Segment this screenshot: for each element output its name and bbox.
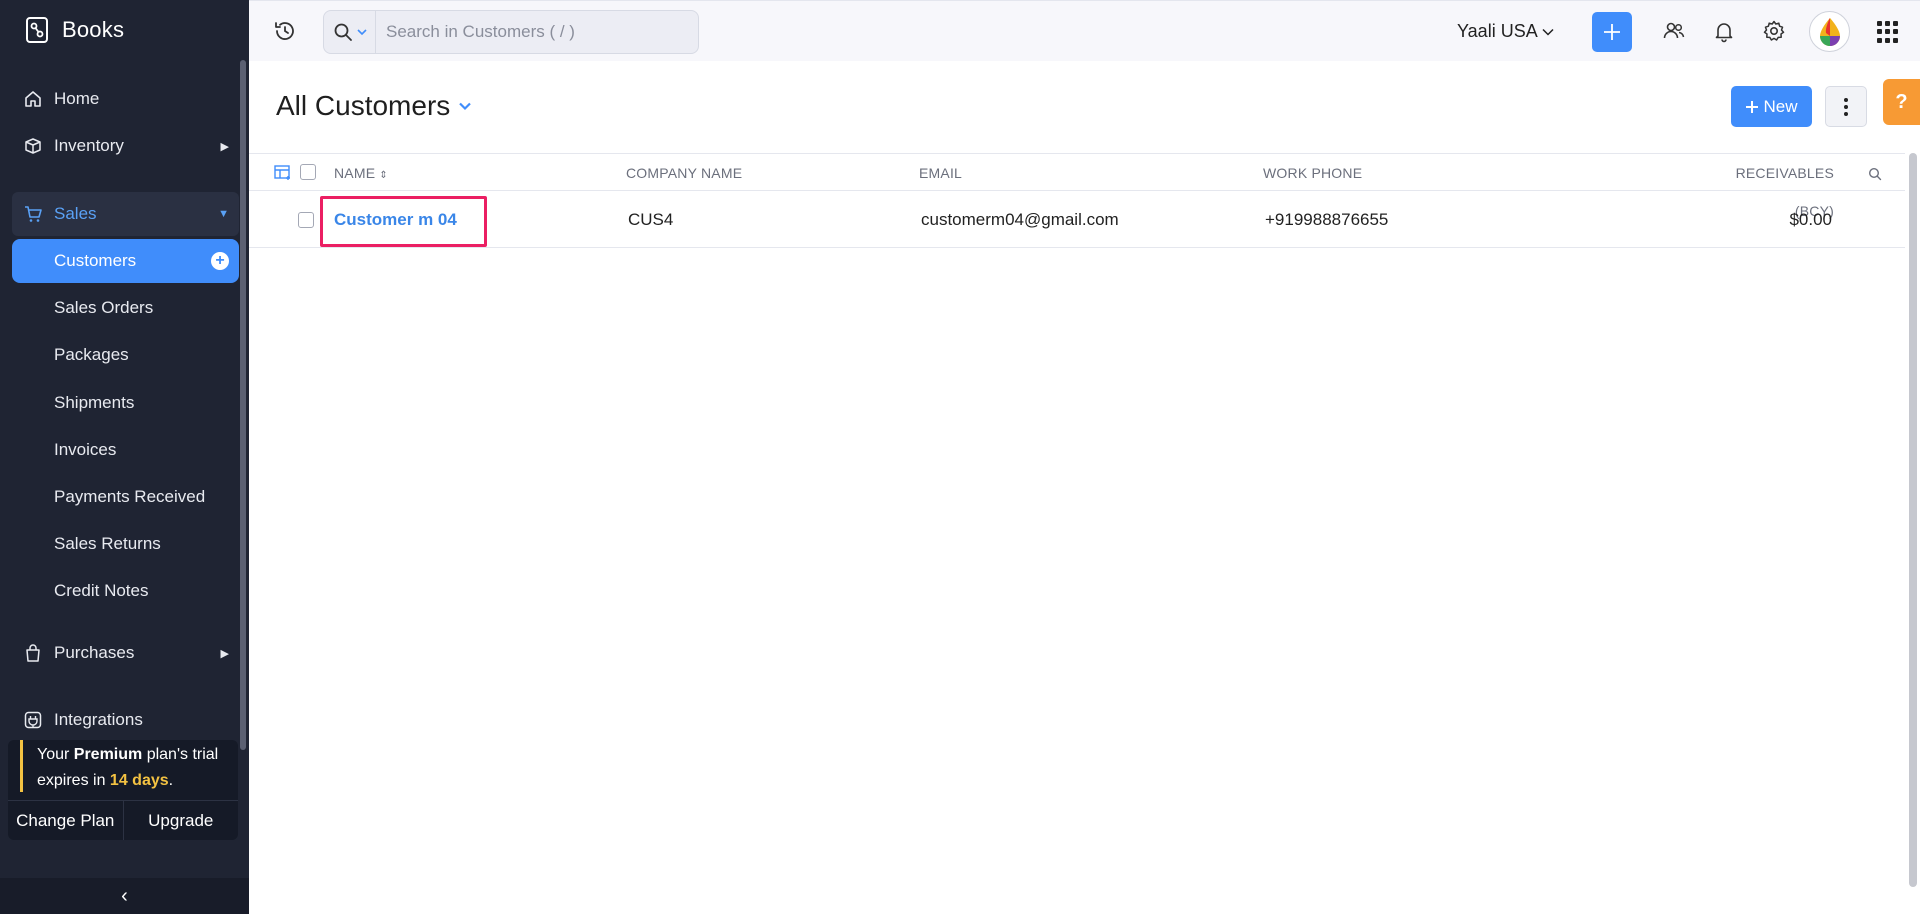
sidebar-subitem-label: Sales Orders [54, 298, 154, 317]
sidebar-item-home[interactable]: Home [12, 77, 239, 121]
sidebar-subitem-label: Sales Returns [54, 534, 161, 553]
sidebar-subitem-label: Payments Received [54, 487, 206, 506]
collapse-sidebar-button[interactable]: ‹ [0, 878, 249, 914]
search-input[interactable] [376, 22, 676, 42]
plus-icon [1604, 24, 1620, 40]
table-row[interactable]: Customer m 04 CUS4 customerm04@gmail.com… [249, 191, 1905, 248]
avatar[interactable] [1809, 11, 1850, 52]
bell-icon[interactable] [1712, 19, 1736, 43]
trial-message: Your Premium plan's trial expires in 14 … [20, 740, 234, 792]
trial-suffix: . [168, 772, 174, 789]
upgrade-button[interactable]: Upgrade [122, 801, 239, 840]
receivables-cell: $0.00 [1789, 210, 1832, 229]
sidebar-scrollbar[interactable] [240, 60, 246, 750]
table-header: NAME ⇕ COMPANY NAME EMAIL WORK PHONE REC… [249, 153, 1905, 219]
phone-cell: +919988876655 [1265, 210, 1389, 229]
profile-logo-icon [1819, 17, 1840, 46]
quick-create-button[interactable] [1592, 12, 1632, 52]
home-icon [22, 88, 44, 110]
column-header-name[interactable]: NAME ⇕ [334, 154, 388, 192]
search-scope-button[interactable] [324, 11, 376, 53]
page-title: All Customers [276, 90, 451, 121]
sidebar-subitem-label: Packages [54, 345, 129, 364]
column-header-email[interactable]: EMAIL [919, 154, 962, 192]
column-header-label: NAME [334, 165, 376, 181]
trial-banner: Your Premium plan's trial expires in 14 … [8, 740, 238, 840]
cart-icon [22, 203, 44, 225]
help-icon: ? [1895, 90, 1908, 113]
sidebar-subitem-shipments[interactable]: Shipments [12, 381, 239, 425]
chevron-down-icon [459, 102, 472, 111]
organization-switcher[interactable]: Yaali USA [1457, 21, 1554, 42]
sidebar-item-integrations[interactable]: Integrations [12, 698, 239, 742]
sidebar-item-label: Integrations [54, 710, 143, 729]
users-icon[interactable] [1662, 19, 1686, 43]
sidebar-item-sales[interactable]: Sales ▼ [12, 192, 239, 236]
sidebar-item-label: Inventory [54, 136, 124, 155]
trial-days: 14 days [109, 772, 169, 789]
main-scrollbar[interactable] [1909, 153, 1917, 887]
view-selector[interactable]: All Customers [276, 90, 472, 122]
chevron-down-icon [356, 29, 367, 36]
trial-actions: Change Plan Upgrade [8, 800, 238, 840]
company-name-cell: CUS4 [628, 210, 674, 229]
sidebar: Books Home Inventory ▶ Sales ▼ Customers… [0, 0, 249, 914]
more-options-button[interactable] [1825, 86, 1867, 127]
sidebar-subitem-sales-orders[interactable]: Sales Orders [12, 286, 239, 330]
sidebar-subitem-customers[interactable]: Customers + [12, 239, 239, 283]
sidebar-subitem-label: Customers [54, 251, 137, 270]
box-icon [22, 135, 44, 157]
sidebar-subitem-credit-notes[interactable]: Credit Notes [12, 569, 239, 613]
caret-right-icon: ▶ [220, 647, 229, 660]
select-all-checkbox[interactable] [300, 164, 316, 180]
new-button-label: New [1763, 96, 1798, 116]
search-bar [323, 10, 699, 54]
sidebar-item-purchases[interactable]: Purchases ▶ [12, 631, 239, 675]
new-customer-button[interactable]: New [1731, 86, 1812, 127]
search-icon [334, 23, 352, 41]
sidebar-item-label: Home [54, 89, 100, 108]
caret-down-icon: ▼ [218, 208, 229, 220]
change-plan-button[interactable]: Change Plan [8, 801, 123, 840]
trial-prefix: Your [37, 746, 74, 763]
column-header-phone[interactable]: WORK PHONE [1263, 154, 1362, 192]
app-name: Books [62, 17, 125, 42]
column-header-company[interactable]: COMPANY NAME [626, 154, 742, 192]
caret-right-icon: ▶ [220, 140, 229, 153]
sidebar-subitem-label: Shipments [54, 393, 135, 412]
sidebar-subitem-sales-returns[interactable]: Sales Returns [12, 522, 239, 566]
row-checkbox[interactable] [298, 212, 314, 228]
apps-grid-icon[interactable] [1877, 21, 1899, 43]
bag-icon [22, 642, 44, 664]
trial-plan-name: Premium [73, 746, 143, 763]
column-customize-icon[interactable] [274, 165, 292, 181]
sidebar-item-label: Purchases [54, 643, 135, 662]
chevron-left-icon: ‹ [121, 884, 128, 907]
customer-name-link[interactable]: Customer m 04 [334, 210, 457, 229]
sidebar-item-inventory[interactable]: Inventory ▶ [12, 124, 239, 168]
help-button[interactable]: ? [1883, 79, 1920, 125]
sidebar-subitem-packages[interactable]: Packages [12, 333, 239, 377]
brand[interactable]: Books [24, 14, 124, 46]
gear-icon[interactable] [1762, 19, 1786, 43]
org-name: Yaali USA [1457, 21, 1538, 41]
plug-icon [22, 709, 44, 731]
sidebar-subitem-label: Credit Notes [54, 581, 149, 600]
search-icon[interactable] [1868, 167, 1882, 181]
recent-history-icon[interactable] [273, 19, 297, 43]
sidebar-item-label: Sales [54, 204, 97, 223]
sidebar-subitem-payments-received[interactable]: Payments Received [12, 475, 239, 519]
books-logo-icon [26, 17, 48, 43]
sort-icon: ⇕ [379, 170, 388, 181]
more-vertical-icon [1844, 97, 1848, 116]
topbar: Yaali USA [249, 0, 1920, 61]
sidebar-subitem-label: Invoices [54, 440, 117, 459]
plus-icon [1746, 100, 1759, 113]
sidebar-subitem-invoices[interactable]: Invoices [12, 428, 239, 472]
column-header-receivables[interactable]: RECEIVABLES (BCY) [1697, 154, 1834, 219]
add-customer-icon[interactable]: + [211, 252, 229, 270]
email-cell: customerm04@gmail.com [921, 210, 1119, 229]
chevron-down-icon [1542, 28, 1554, 36]
